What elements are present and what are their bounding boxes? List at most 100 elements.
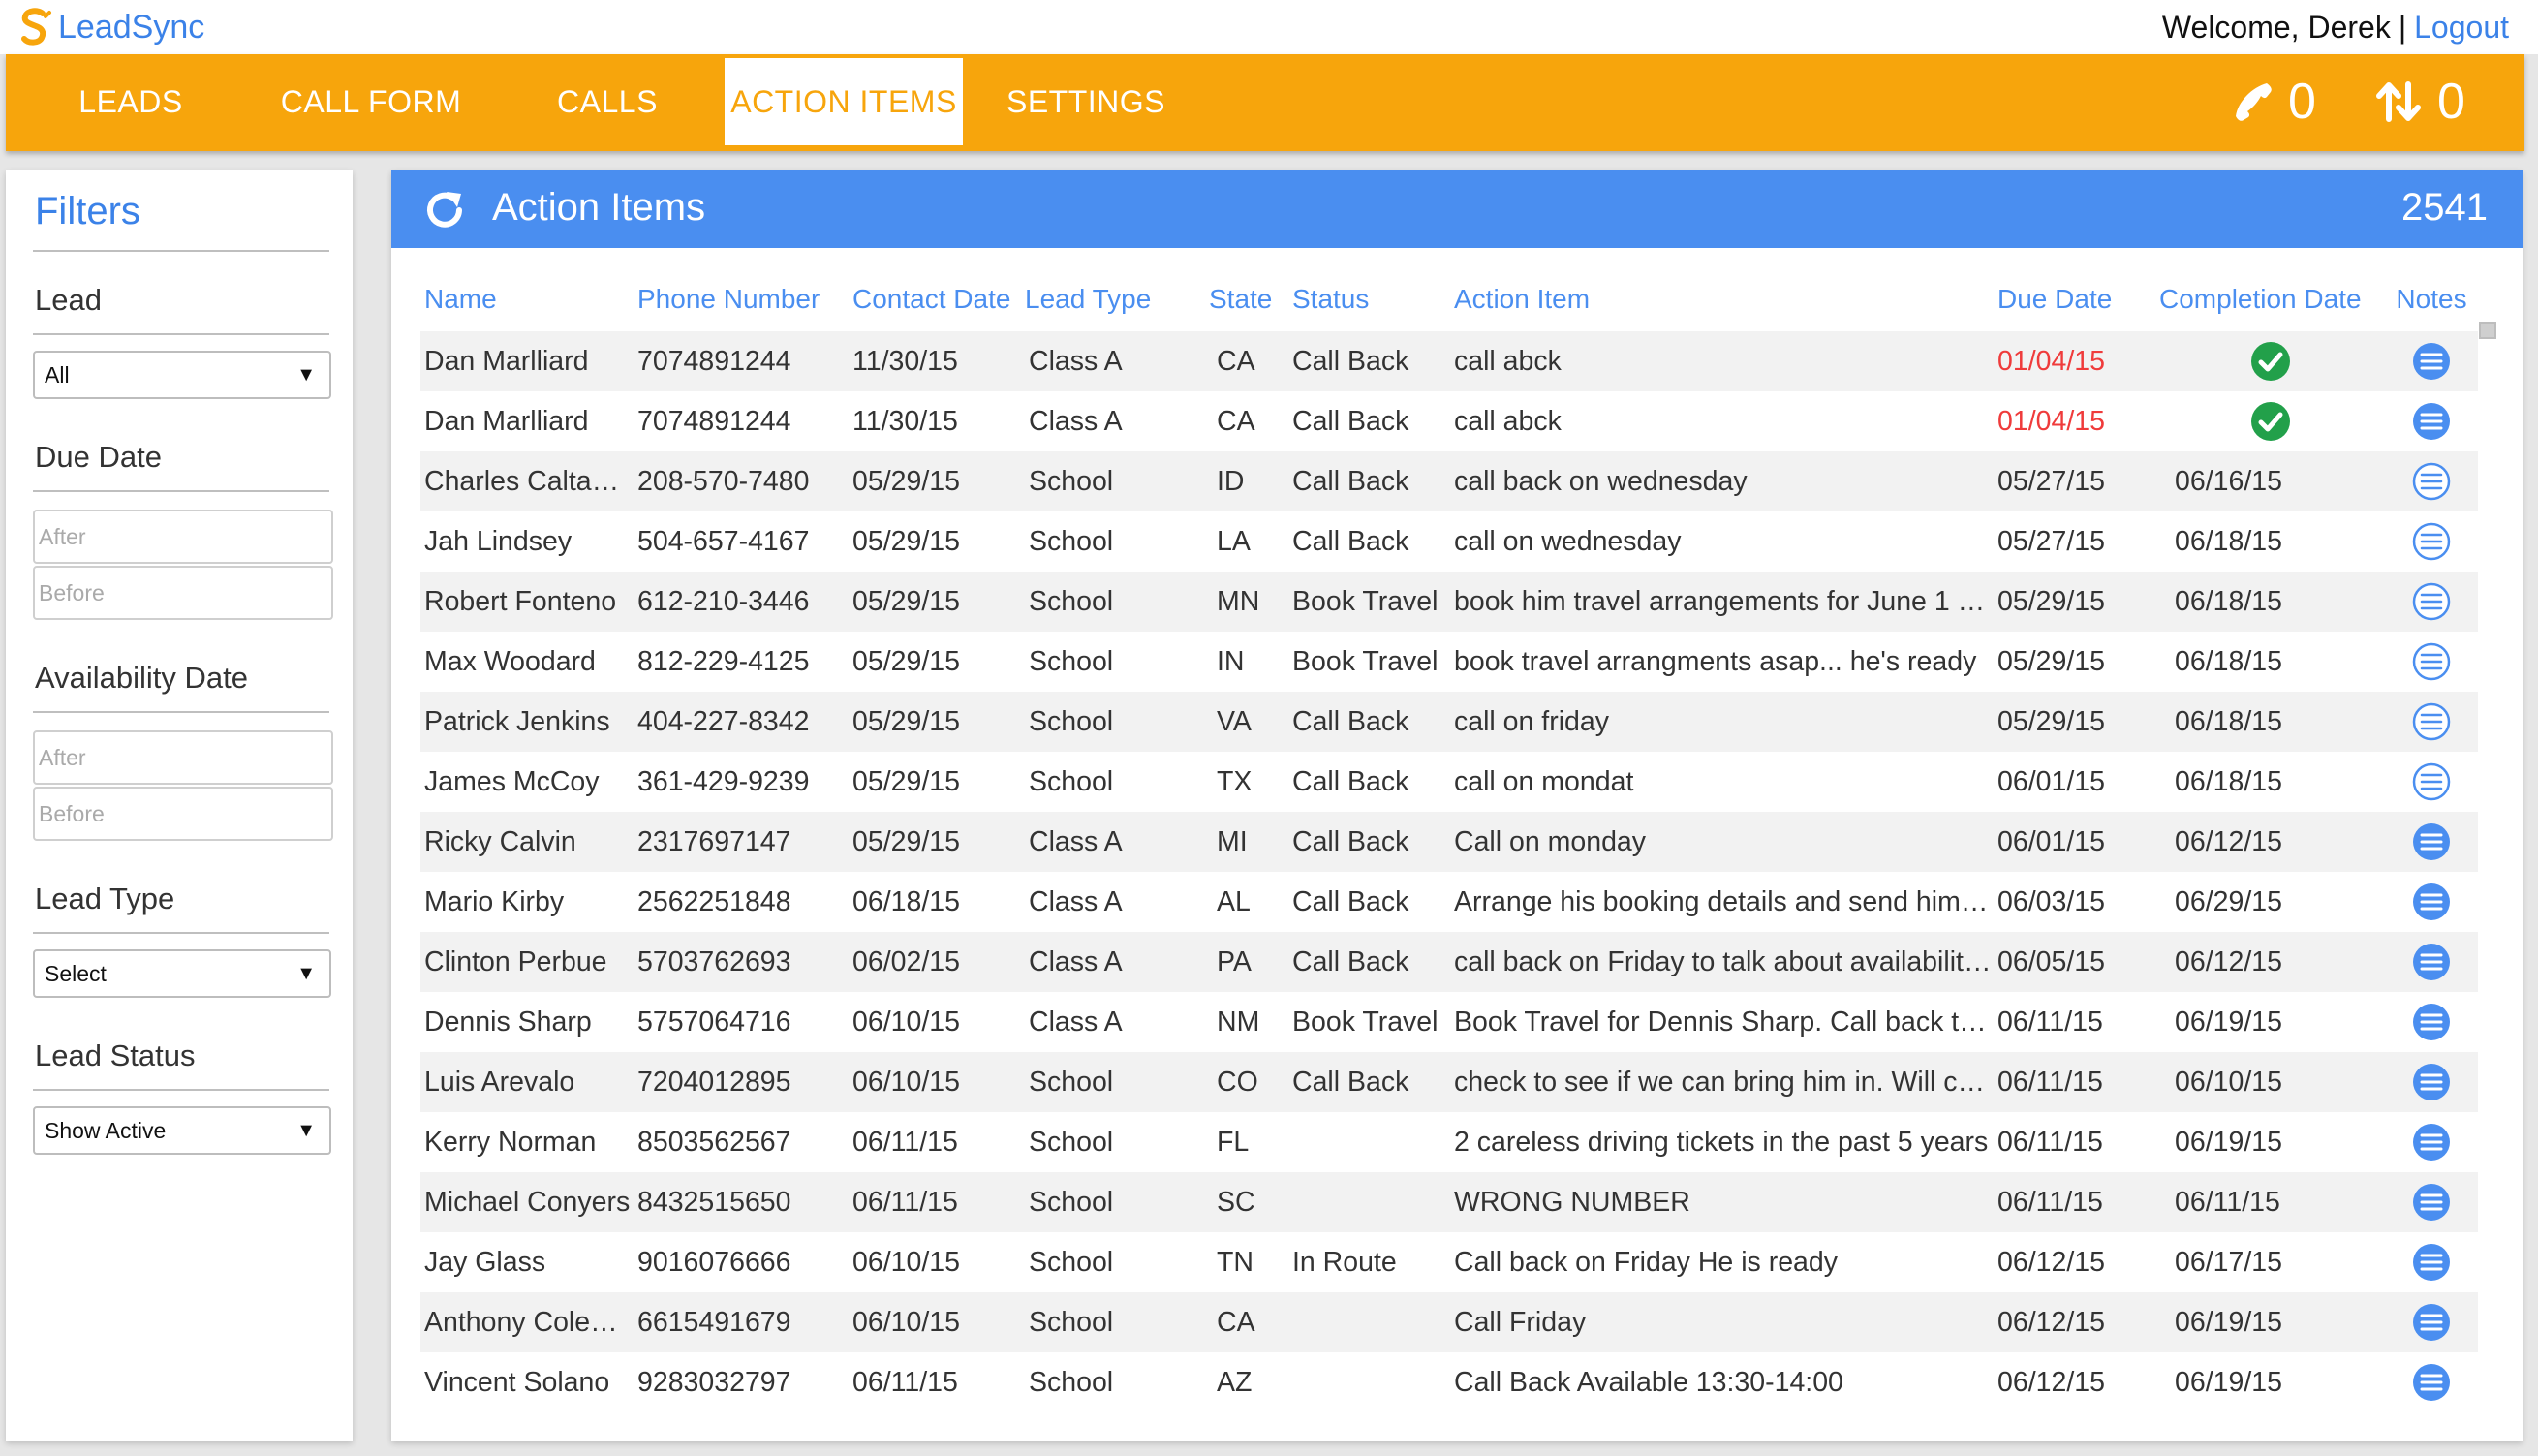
availability-date-label: Availability Date bbox=[35, 661, 248, 695]
notes-list-icon[interactable] bbox=[2411, 882, 2452, 922]
sync-counter[interactable]: 0 bbox=[2375, 68, 2465, 136]
due-date-after-input[interactable] bbox=[33, 510, 333, 564]
availability-before-input[interactable] bbox=[33, 787, 333, 841]
notes-list-icon[interactable] bbox=[2411, 581, 2452, 622]
table-row[interactable]: Patrick Jenkins 404-227-8342 05/29/15 Schoo… bbox=[420, 692, 2478, 752]
user-greeting: Welcome, Derek | Logout bbox=[2162, 6, 2509, 48]
notes-cell[interactable] bbox=[2385, 632, 2478, 692]
refresh-icon[interactable] bbox=[422, 188, 467, 232]
table-row[interactable]: Dennis Sharp 5757064716 06/10/15 Class A NM B… bbox=[420, 992, 2478, 1052]
notes-list-icon[interactable] bbox=[2411, 1302, 2452, 1343]
table-row[interactable]: Jay Glass 9016076666 06/10/15 School TN In Ro… bbox=[420, 1232, 2478, 1292]
action-item-cell: call abck bbox=[1450, 331, 1994, 391]
notes-list-icon[interactable] bbox=[2411, 942, 2452, 982]
lead-type-cell: School bbox=[1021, 1112, 1205, 1172]
notes-list-icon[interactable] bbox=[2411, 701, 2452, 742]
table-row[interactable]: Vincent Solano 9283032797 06/11/15 School AZ… bbox=[420, 1352, 2478, 1412]
state-cell: PA bbox=[1205, 932, 1288, 992]
table-row[interactable]: Michael Conyers 8432515650 06/11/15 School S… bbox=[420, 1172, 2478, 1232]
lead-type-select[interactable]: Select ▼ bbox=[33, 949, 331, 998]
notes-list-icon[interactable] bbox=[2411, 521, 2452, 562]
notes-cell[interactable] bbox=[2385, 572, 2478, 632]
state-cell: AL bbox=[1205, 872, 1288, 932]
calls-counter[interactable]: 0 bbox=[2234, 68, 2316, 136]
notes-cell[interactable] bbox=[2385, 1172, 2478, 1232]
col-header-due-date[interactable]: Due Date bbox=[1994, 267, 2155, 331]
due-date-cell: 06/11/15 bbox=[1994, 1172, 2155, 1232]
notes-list-icon[interactable] bbox=[2411, 341, 2452, 382]
nav-calls[interactable]: CALLS bbox=[529, 58, 686, 145]
notes-list-icon[interactable] bbox=[2411, 1002, 2452, 1042]
table-row[interactable]: Luis Arevalo 7204012895 06/10/15 School CO Ca… bbox=[420, 1052, 2478, 1112]
notes-cell[interactable] bbox=[2385, 1232, 2478, 1292]
nav-leads[interactable]: LEADS bbox=[48, 58, 213, 145]
scrollbar-thumb[interactable] bbox=[2479, 322, 2496, 339]
col-header-lead-type[interactable]: Lead Type bbox=[1021, 267, 1205, 331]
table-row[interactable]: Mario Kirby 2562251848 06/18/15 Class A AL Ca… bbox=[420, 872, 2478, 932]
app-logo[interactable]: LeadSync bbox=[17, 6, 204, 48]
logout-link[interactable]: Logout bbox=[2414, 10, 2509, 46]
nav-call-form[interactable]: CALL FORM bbox=[260, 58, 482, 145]
items-count: 2541 bbox=[2401, 186, 2488, 229]
notes-cell[interactable] bbox=[2385, 1052, 2478, 1112]
col-header-notes[interactable]: Notes bbox=[2385, 267, 2478, 331]
lead-status-select[interactable]: Show Active ▼ bbox=[33, 1106, 331, 1155]
notes-list-icon[interactable] bbox=[2411, 461, 2452, 502]
completion-date-cell: 06/18/15 bbox=[2155, 692, 2385, 752]
calls-count: 0 bbox=[2288, 74, 2316, 130]
availability-after-input[interactable] bbox=[33, 730, 333, 785]
notes-cell[interactable] bbox=[2385, 391, 2478, 451]
notes-list-icon[interactable] bbox=[2411, 1362, 2452, 1403]
lead-select[interactable]: All ▼ bbox=[33, 351, 331, 399]
table-row[interactable]: Dan Marlliard 7074891244 11/30/15 Class A CA… bbox=[420, 331, 2478, 391]
table-row[interactable]: Kerry Norman 8503562567 06/11/15 School FL 2 … bbox=[420, 1112, 2478, 1172]
table-row[interactable]: Jah Lindsey 504-657-4167 05/29/15 School LA C… bbox=[420, 511, 2478, 572]
notes-cell[interactable] bbox=[2385, 511, 2478, 572]
notes-cell[interactable] bbox=[2385, 1352, 2478, 1412]
col-header-name[interactable]: Name bbox=[420, 267, 634, 331]
notes-cell[interactable] bbox=[2385, 872, 2478, 932]
state-cell: AZ bbox=[1205, 1352, 1288, 1412]
table-row[interactable]: Ricky Calvin 2317697147 05/29/15 Class A MI C… bbox=[420, 812, 2478, 872]
due-date-before-input[interactable] bbox=[33, 566, 333, 620]
completion-date-cell: 06/29/15 bbox=[2155, 872, 2385, 932]
app-name: LeadSync bbox=[58, 8, 205, 46]
notes-list-icon[interactable] bbox=[2411, 401, 2452, 442]
notes-cell[interactable] bbox=[2385, 752, 2478, 812]
divider bbox=[33, 250, 329, 252]
notes-cell[interactable] bbox=[2385, 692, 2478, 752]
notes-cell[interactable] bbox=[2385, 992, 2478, 1052]
notes-list-icon[interactable] bbox=[2411, 1062, 2452, 1102]
notes-list-icon[interactable] bbox=[2411, 641, 2452, 682]
notes-cell[interactable] bbox=[2385, 1112, 2478, 1172]
table-row[interactable]: Anthony Colem... 6615491679 06/10/15 School… bbox=[420, 1292, 2478, 1352]
col-header-contact-date[interactable]: Contact Date bbox=[849, 267, 1021, 331]
notes-cell[interactable] bbox=[2385, 932, 2478, 992]
table-row[interactable]: James McCoy 361-429-9239 05/29/15 School TX C… bbox=[420, 752, 2478, 812]
col-header-completion-date[interactable]: Completion Date bbox=[2155, 267, 2385, 331]
notes-list-icon[interactable] bbox=[2411, 1122, 2452, 1162]
phone-cell: 6615491679 bbox=[634, 1292, 849, 1352]
table-row[interactable]: Charles Caltadi... 208-570-7480 05/29/15 Sc… bbox=[420, 451, 2478, 511]
notes-list-icon[interactable] bbox=[2411, 761, 2452, 802]
notes-cell[interactable] bbox=[2385, 451, 2478, 511]
table-row[interactable]: Max Woodard 812-229-4125 05/29/15 School IN B… bbox=[420, 632, 2478, 692]
nav-settings[interactable]: SETTINGS bbox=[996, 58, 1176, 145]
table-row[interactable]: Clinton Perbue 5703762693 06/02/15 Class AP… bbox=[420, 932, 2478, 992]
table-row[interactable]: Dan Marlliard 7074891244 11/30/15 Class A CA… bbox=[420, 391, 2478, 451]
action-items-table-wrap[interactable]: Name Phone Number Contact Date Lead Type… bbox=[420, 267, 2478, 1422]
col-header-action-item[interactable]: Action Item bbox=[1450, 267, 1994, 331]
table-row[interactable]: Robert Fonteno 612-210-3446 05/29/15 School… bbox=[420, 572, 2478, 632]
notes-cell[interactable] bbox=[2385, 331, 2478, 391]
lead-type-select-value: Select bbox=[45, 960, 107, 986]
lead-type-cell: School bbox=[1021, 451, 1205, 511]
nav-action-items[interactable]: ACTION ITEMS bbox=[725, 58, 963, 145]
notes-cell[interactable] bbox=[2385, 812, 2478, 872]
col-header-state[interactable]: State bbox=[1205, 267, 1288, 331]
notes-list-icon[interactable] bbox=[2411, 821, 2452, 862]
col-header-phone[interactable]: Phone Number bbox=[634, 267, 849, 331]
notes-list-icon[interactable] bbox=[2411, 1182, 2452, 1223]
notes-list-icon[interactable] bbox=[2411, 1242, 2452, 1283]
notes-cell[interactable] bbox=[2385, 1292, 2478, 1352]
col-header-status[interactable]: Status bbox=[1288, 267, 1450, 331]
